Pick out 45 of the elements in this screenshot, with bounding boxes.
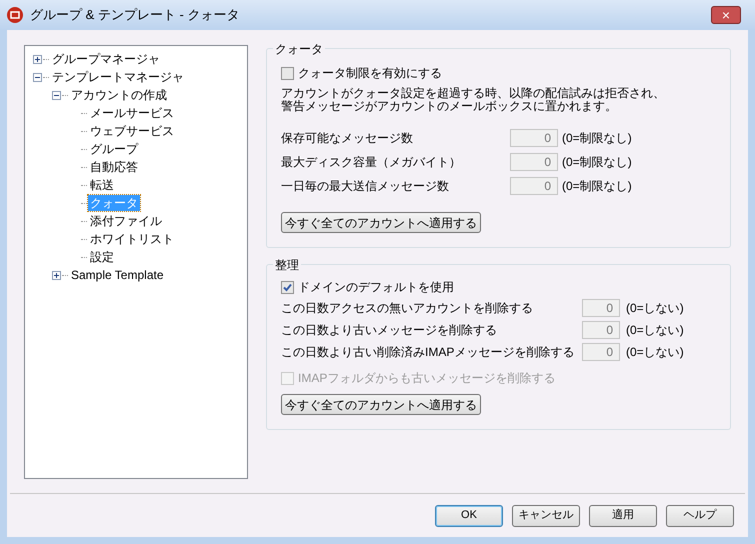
field-label: 最大ディスク容量（メガバイト） [281, 154, 462, 171]
tree-item[interactable]: アカウントの作成 [69, 87, 169, 103]
field-hint: (0=制限なし) [562, 130, 632, 147]
checkmark-icon [283, 282, 292, 292]
field-label: この日数アクセスの無いアカウントを削除する [281, 300, 534, 317]
tree-item[interactable]: テンプレートマネージャ [50, 69, 186, 85]
field-hint: (0=しない) [626, 322, 684, 339]
field-label: この日数より古いメッセージを削除する [281, 322, 498, 339]
tree-item[interactable]: 添付ファイル [88, 213, 164, 229]
checkbox-label: クォータ制限を有効にする [298, 65, 442, 82]
apply-all-button[interactable]: 今すぐ全てのアカウントへ適用する [281, 212, 482, 233]
tree-item[interactable]: メールサービス [88, 105, 176, 121]
field-hint: (0=制限なし) [562, 154, 632, 171]
description-text: アカウントがクォータ設定を超過する時、以降の配信試みは拒否され、 [281, 87, 666, 100]
window-title: グループ & テンプレート - クォータ [30, 6, 240, 24]
dialog-button[interactable]: ヘルプ [666, 504, 734, 526]
dialog-button[interactable]: キャンセル [512, 504, 580, 526]
description-text: 警告メッセージがアカウントのメールボックスに置かれます。 [281, 100, 618, 113]
collapse-icon[interactable] [52, 90, 61, 100]
checkbox-label: IMAPフォルダからも古いメッセージを削除する [298, 370, 556, 387]
field-label: この日数より古い削除済みIMAPメッセージを削除する [281, 344, 576, 361]
app-logo-icon [6, 6, 24, 24]
tree-item[interactable]: 転送 [88, 177, 116, 193]
dialog-button[interactable]: 適用 [589, 504, 657, 526]
expand-icon[interactable] [52, 270, 61, 280]
checkbox[interactable] [281, 280, 294, 294]
tree-item[interactable]: グループマネージャ [50, 51, 162, 67]
tree-item[interactable]: 自動応答 [88, 159, 140, 175]
tree-item[interactable]: 設定 [88, 249, 116, 265]
field-label: 保存可能なメッセージ数 [281, 130, 414, 147]
checkbox[interactable] [281, 66, 294, 80]
field-hint: (0=制限なし) [562, 178, 632, 195]
tree-item[interactable]: ウェブサービス [88, 123, 176, 139]
tree-item[interactable]: グループ [88, 141, 140, 157]
dialog-button[interactable]: OK [435, 504, 503, 526]
apply-all-button[interactable]: 今すぐ全てのアカウントへ適用する [281, 394, 482, 415]
expand-icon[interactable] [33, 54, 42, 64]
field-hint: (0=しない) [626, 344, 684, 361]
field-hint: (0=しない) [626, 300, 684, 317]
tree-item[interactable]: Sample Template [69, 267, 166, 283]
close-button[interactable]: × [711, 6, 741, 24]
field-label: 一日毎の最大送信メッセージ数 [281, 178, 450, 195]
tree-item[interactable]: ホワイトリスト [88, 231, 176, 247]
checkbox-label: ドメインのデフォルトを使用 [298, 279, 454, 296]
collapse-icon[interactable] [33, 72, 42, 82]
